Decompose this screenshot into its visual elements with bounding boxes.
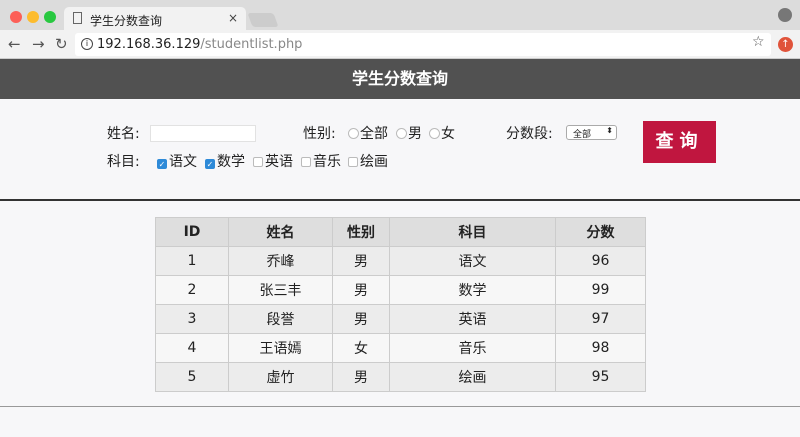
subject-checkbox-music[interactable]: 音乐: [301, 151, 341, 171]
table-cell: 男: [332, 304, 390, 334]
close-window-button[interactable]: [10, 11, 22, 23]
subject-checkbox-painting[interactable]: 绘画: [348, 151, 388, 171]
table-cell: 97: [555, 304, 646, 334]
browser-tab[interactable]: 学生分数查询 ×: [64, 7, 246, 31]
subject-checkbox-math[interactable]: ✓ 数学: [205, 151, 245, 171]
radio-icon[interactable]: [348, 128, 359, 139]
table-cell: 98: [555, 333, 646, 363]
name-input[interactable]: [150, 125, 256, 142]
profile-icon[interactable]: [778, 8, 792, 22]
table-header-row: ID 姓名 性别 科目 分数: [155, 217, 646, 247]
score-range-select[interactable]: 全部 ⬍: [566, 125, 617, 140]
table-cell: 2: [155, 275, 229, 305]
table-cell: 96: [555, 246, 646, 276]
table-cell: 王语嫣: [228, 333, 333, 363]
column-header: 科目: [389, 217, 556, 247]
bookmark-star-icon[interactable]: ☆: [752, 34, 765, 50]
maximize-window-button[interactable]: [44, 11, 56, 23]
column-header: 分数: [555, 217, 646, 247]
radio-icon[interactable]: [396, 128, 407, 139]
table-row: 2 张三丰男数学 99: [155, 275, 646, 305]
name-label: 姓名:: [107, 126, 140, 142]
gender-label: 性别:: [303, 126, 336, 142]
score-table: ID 姓名 性别 科目 分数 1 乔峰男语文 96 2 张三丰男数学 99 3 段誉男英语 97…: [155, 217, 646, 392]
column-header: 姓名: [228, 217, 333, 247]
forward-icon[interactable]: →: [32, 35, 45, 53]
table-cell: 5: [155, 362, 229, 392]
table-cell: 女: [332, 333, 390, 363]
subject-label: 科目:: [107, 154, 140, 170]
table-cell: 男: [332, 275, 390, 305]
subject-checkbox-chinese[interactable]: ✓ 语文: [157, 151, 197, 171]
table-cell: 音乐: [389, 333, 556, 363]
table-cell: 英语: [389, 304, 556, 334]
divider: [0, 406, 800, 407]
table-cell: 4: [155, 333, 229, 363]
table-cell: 95: [555, 362, 646, 392]
query-button[interactable]: 查询: [643, 121, 716, 163]
table-cell: 99: [555, 275, 646, 305]
tab-title: 学生分数查询: [90, 14, 163, 28]
table-cell: 1: [155, 246, 229, 276]
score-range-label: 分数段:: [506, 126, 553, 142]
column-header: 性别: [332, 217, 390, 247]
minimize-window-button[interactable]: [27, 11, 39, 23]
table-row: 5 虚竹男绘画 95: [155, 362, 646, 392]
table-cell: 乔峰: [228, 246, 333, 276]
gender-radio-male[interactable]: 男: [396, 123, 422, 143]
checkbox-icon[interactable]: [253, 157, 263, 167]
table-cell: 数学: [389, 275, 556, 305]
subject-checkbox-english[interactable]: 英语: [253, 151, 293, 171]
gender-radio-female[interactable]: 女: [429, 123, 455, 143]
select-arrows-icon: ⬍: [606, 126, 613, 135]
close-tab-icon[interactable]: ×: [228, 11, 238, 25]
checkbox-icon[interactable]: [348, 157, 358, 167]
table-cell: 男: [332, 246, 390, 276]
browser-toolbar: ← → ↻ i 192.168.36.129/studentlist.php: [0, 30, 800, 59]
table-cell: 张三丰: [228, 275, 333, 305]
table-cell: 语文: [389, 246, 556, 276]
table-row: 3 段誉男英语 97: [155, 304, 646, 334]
table-cell: 男: [332, 362, 390, 392]
search-form: 姓名: 性别: 全部 男 女 分数段: 全部 ⬍ 查询 科目: ✓ 语文 ✓ 数学 英…: [0, 99, 800, 201]
radio-icon[interactable]: [429, 128, 440, 139]
back-icon[interactable]: ←: [8, 35, 21, 53]
url-host: 192.168.36.129: [97, 37, 201, 52]
new-tab-button[interactable]: [247, 13, 279, 27]
document-icon: [73, 12, 82, 24]
tab-bar: 学生分数查询 ×: [0, 0, 800, 31]
gender-radio-all[interactable]: 全部: [348, 123, 388, 143]
extension-icon[interactable]: ↑: [778, 37, 793, 52]
address-bar[interactable]: i 192.168.36.129/studentlist.php: [75, 33, 771, 56]
page-title: 学生分数查询: [0, 59, 800, 99]
table-row: 4 王语嫣女音乐 98: [155, 333, 646, 363]
table-cell: 段誉: [228, 304, 333, 334]
reload-icon[interactable]: ↻: [55, 35, 68, 53]
table-row: 1 乔峰男语文 96: [155, 246, 646, 276]
checkbox-checked-icon[interactable]: ✓: [205, 159, 215, 169]
table-cell: 虚竹: [228, 362, 333, 392]
column-header: ID: [155, 217, 229, 247]
table-cell: 绘画: [389, 362, 556, 392]
checkbox-icon[interactable]: [301, 157, 311, 167]
table-cell: 3: [155, 304, 229, 334]
checkbox-checked-icon[interactable]: ✓: [157, 159, 167, 169]
info-icon: i: [81, 38, 93, 50]
url-path: /studentlist.php: [200, 37, 303, 52]
